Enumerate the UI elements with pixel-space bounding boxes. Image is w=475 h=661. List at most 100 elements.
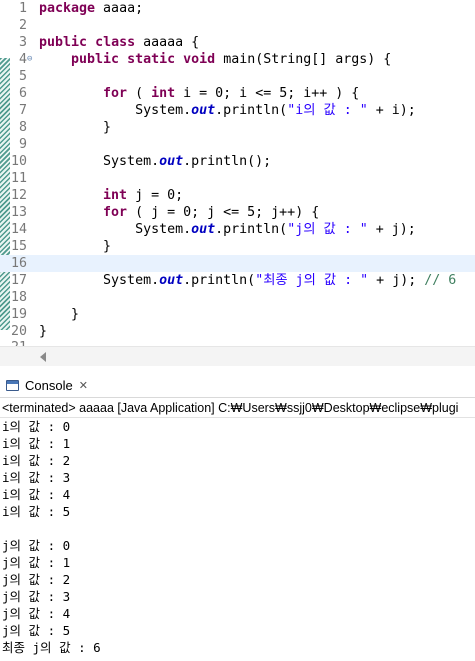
scrollbar-track[interactable] <box>52 353 472 361</box>
code-line[interactable]: 3 public class aaaaa { <box>0 34 475 51</box>
code-text: for ( int i = 0; i <= 5; i++ ) { <box>39 85 359 102</box>
field-token: out <box>191 103 216 118</box>
field-token: out <box>159 273 184 288</box>
line-number: 3 <box>18 35 27 50</box>
console-output-line: j의 값 : 3 <box>2 589 71 604</box>
line-number: 2 <box>18 18 27 33</box>
code-line[interactable]: 15 } <box>0 238 475 255</box>
line-number: 13 <box>10 205 27 220</box>
code-token: main(String[] args) { <box>215 52 392 67</box>
line-number: 20 <box>10 324 27 339</box>
code-line[interactable]: 10 System.out.println(); <box>0 153 475 170</box>
code-line[interactable]: 16 <box>0 255 475 272</box>
close-icon[interactable]: ✕ <box>79 379 88 392</box>
code-line[interactable]: 19 } <box>0 306 475 323</box>
code-line[interactable]: 14 System.out.println("j의 값 : " + j); <box>0 221 475 238</box>
line-number: 12 <box>10 188 27 203</box>
console-view-header: Console ✕ <box>0 372 475 398</box>
console-tab-label: Console <box>25 377 73 393</box>
code-token: } <box>39 324 48 339</box>
line-number: 21 <box>9 339 27 346</box>
code-line[interactable]: 5 <box>0 68 475 85</box>
console-output-line: j의 값 : 5 <box>2 623 71 638</box>
code-token: ( <box>127 86 152 101</box>
code-line[interactable]: 2 <box>0 17 475 34</box>
code-token: System. <box>39 273 160 288</box>
line-number: 5 <box>18 69 27 84</box>
line-number: 19 <box>10 307 27 322</box>
field-token: out <box>191 222 216 237</box>
keyword-token: static <box>127 52 176 67</box>
line-number: 9 <box>18 137 27 152</box>
code-token: } <box>39 307 80 322</box>
console-output-line: i의 값 : 2 <box>2 453 71 468</box>
line-number: 8 <box>18 120 27 135</box>
tab-console[interactable]: Console ✕ <box>0 372 94 398</box>
code-line[interactable]: 6 for ( int i = 0; i <= 5; i++ ) { <box>0 85 475 102</box>
keyword-token: class <box>95 35 136 50</box>
console-output-line: i의 값 : 0 <box>2 419 71 434</box>
line-number: 11 <box>10 171 27 186</box>
code-text: package aaaa; <box>39 0 143 17</box>
code-text: } <box>39 119 111 136</box>
code-line[interactable]: 18 <box>0 289 475 306</box>
code-token: } <box>39 120 112 135</box>
line-number: 18 <box>10 290 27 305</box>
keyword-token: public <box>71 52 120 67</box>
fold-collapse-icon[interactable]: ⊖ <box>27 51 32 68</box>
code-token: + j); <box>367 222 416 237</box>
line-number: 14 <box>10 222 27 237</box>
code-token: ( j = 0; j <= 5; j++) { <box>127 205 320 220</box>
console-status-line: <terminated> aaaaa [Java Application] C:… <box>0 398 475 418</box>
code-text: for ( j = 0; j <= 5; j++) { <box>39 204 319 221</box>
code-line[interactable]: 13 for ( j = 0; j <= 5; j++) { <box>0 204 475 221</box>
line-number: 6 <box>18 86 27 101</box>
code-line[interactable]: 12 int j = 0; <box>0 187 475 204</box>
keyword-token: for <box>103 86 128 101</box>
scroll-left-arrow-icon[interactable] <box>40 352 46 362</box>
code-line[interactable]: 7 System.out.println("i의 값 : " + i); <box>0 102 475 119</box>
code-line[interactable]: 4 ⊖ public static void main(String[] args… <box>0 51 475 68</box>
code-token: .println(); <box>183 154 272 169</box>
comment-token: // 6 <box>424 273 457 288</box>
code-token: .println( <box>183 273 256 288</box>
code-text: } <box>39 238 111 255</box>
line-number: 15 <box>10 239 27 254</box>
code-line[interactable]: 17 System.out.println("최종 j의 값 : " + j);… <box>0 272 475 289</box>
code-line[interactable]: 20} <box>0 323 475 340</box>
code-editor[interactable]: 1 package aaaa; 2 3 public class aaaaa {4 ⊖ p… <box>0 0 475 346</box>
code-text: System.out.println(); <box>39 153 271 170</box>
field-token: out <box>159 154 184 169</box>
code-token: System. <box>39 154 160 169</box>
line-number: 1 <box>18 1 27 16</box>
keyword-token: package <box>39 1 96 16</box>
code-text: public class aaaaa { <box>39 34 199 51</box>
code-token: aaaaa { <box>135 35 200 50</box>
code-token: + j); <box>368 273 425 288</box>
code-text: System.out.println("최종 j의 값 : " + j); //… <box>39 272 456 289</box>
console-output-line: i의 값 : 1 <box>2 436 71 451</box>
line-number: 17 <box>10 273 27 288</box>
console-output-line: j의 값 : 4 <box>2 606 71 621</box>
console-output[interactable]: i의 값 : 0 i의 값 : 1 i의 값 : 2 i의 값 : 3 i의 값 : 4… <box>0 418 475 661</box>
console-output-line: i의 값 : 5 <box>2 504 71 519</box>
console-output-line: j의 값 : 0 <box>2 538 71 553</box>
code-text: } <box>39 306 79 323</box>
line-number: 7 <box>18 103 27 118</box>
line-number: 16 <box>10 256 27 271</box>
code-line[interactable]: 11 <box>0 170 475 187</box>
code-text: } <box>39 323 47 340</box>
code-line[interactable]: 8 } <box>0 119 475 136</box>
code-token: .println( <box>215 222 288 237</box>
horizontal-scrollbar[interactable] <box>0 346 475 366</box>
code-token: .println( <box>215 103 288 118</box>
code-line[interactable]: 1 package aaaa; <box>0 0 475 17</box>
code-line[interactable]: 9 <box>0 136 475 153</box>
